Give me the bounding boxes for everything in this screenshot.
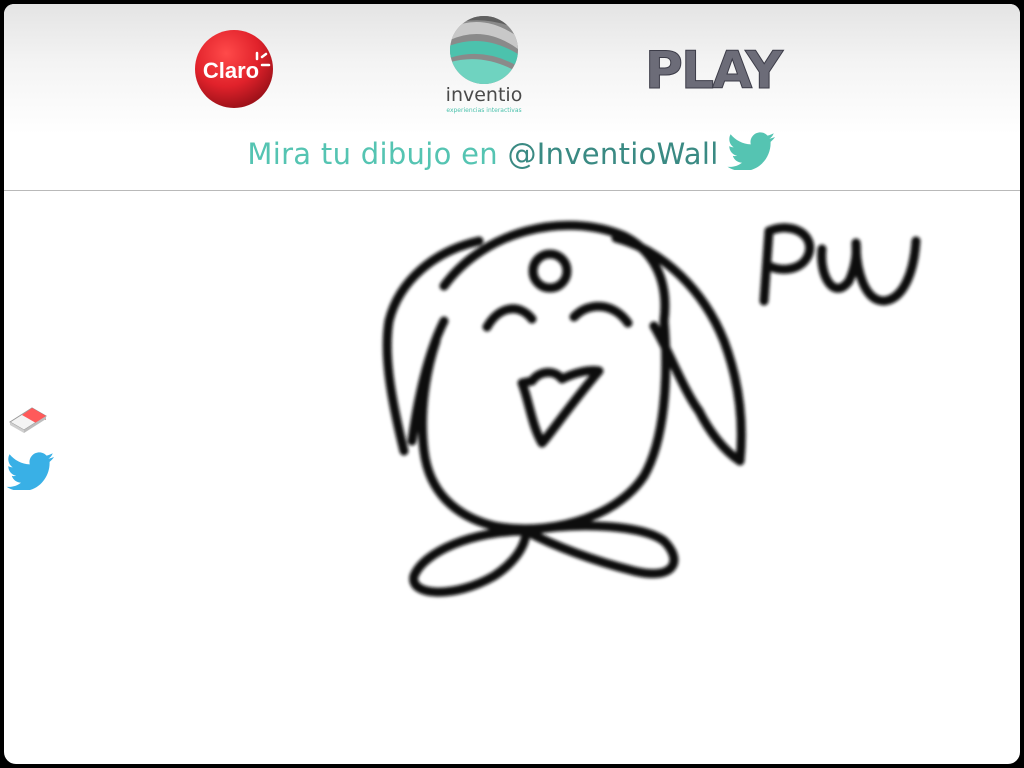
play-logo: PLAY [644, 41, 786, 97]
inventio-logo: inventio experiencias interactivas [446, 16, 523, 114]
app-frame: Claro inventio experiencias interactivas [4, 4, 1020, 764]
claro-logo-text: Claro [203, 58, 259, 83]
play-logo-text: PLAY [645, 41, 785, 96]
drawing-canvas[interactable] [4, 191, 1020, 764]
tagline: Mira tu dibujo en @InventioWall [4, 132, 1020, 171]
inventio-logo-text: inventio [446, 84, 523, 106]
drawing [382, 220, 921, 597]
header: Claro inventio experiencias interactivas [4, 4, 1020, 191]
twitter-bird-icon [727, 132, 775, 170]
twitter-handle[interactable]: @InventioWall [507, 137, 718, 171]
inventio-logo-subtext: experiencias interactivas [446, 107, 521, 114]
tagline-prefix: Mira tu dibujo en [247, 137, 508, 171]
claro-logo: Claro [195, 30, 273, 108]
